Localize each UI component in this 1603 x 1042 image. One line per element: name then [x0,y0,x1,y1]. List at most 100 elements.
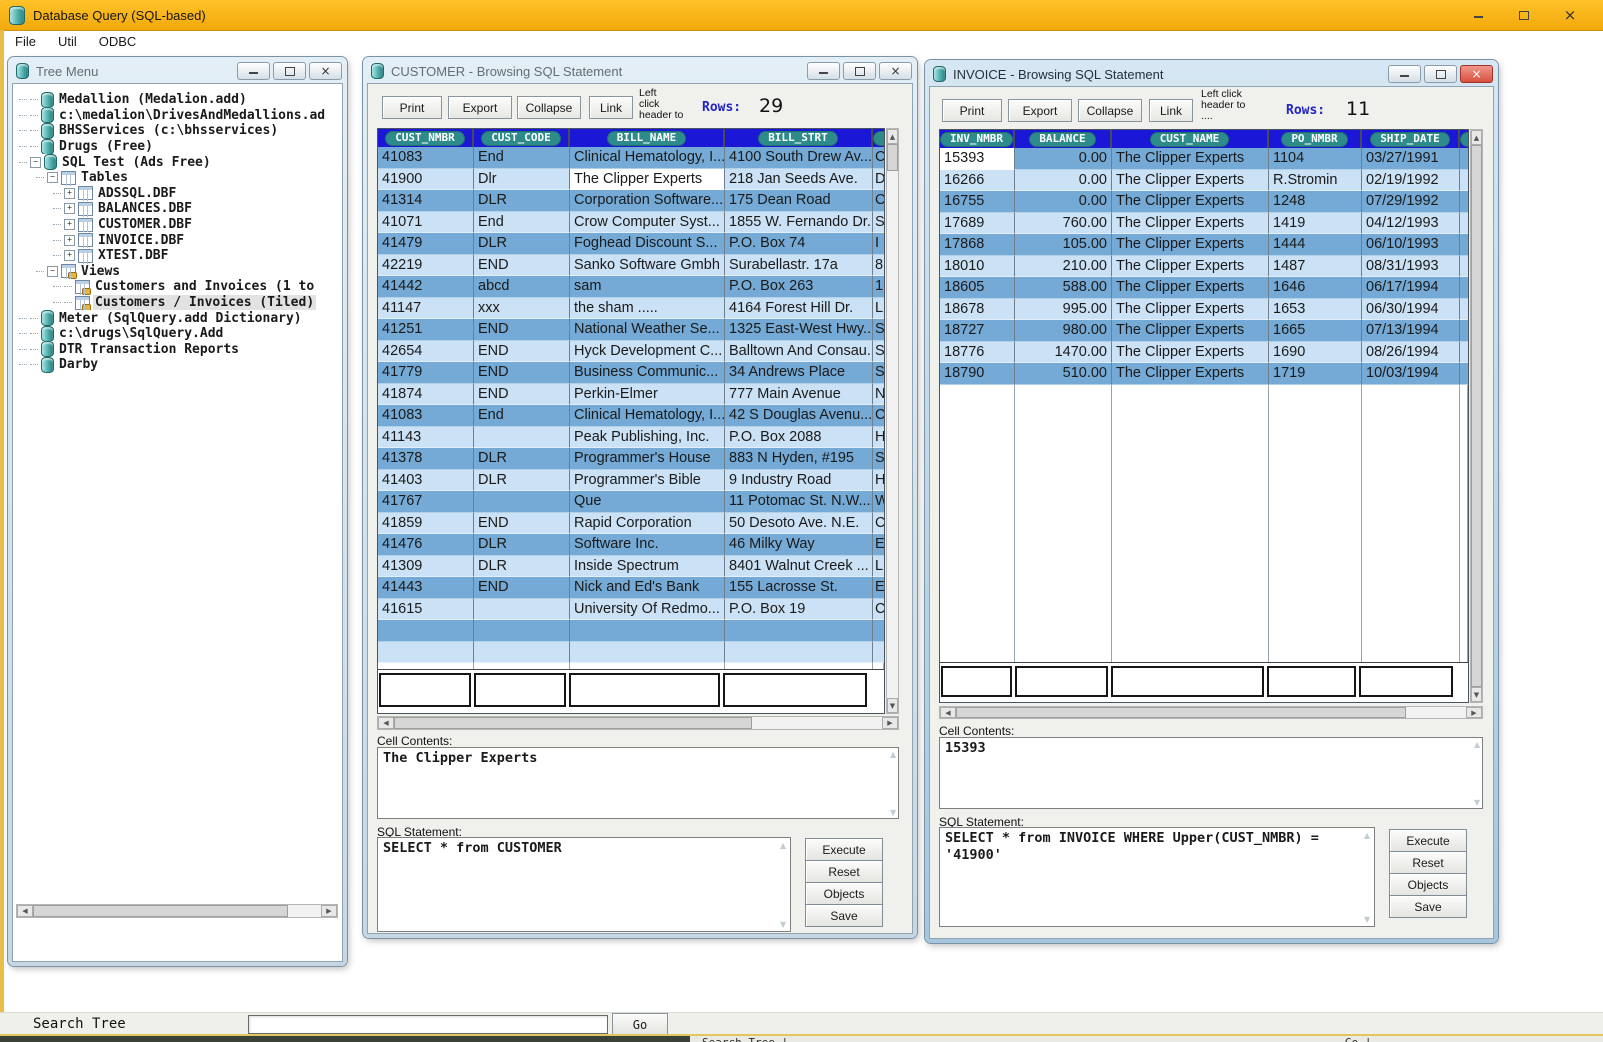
close-button[interactable]: × [879,62,912,80]
collapse-button[interactable]: Collapse [1078,99,1142,122]
table-cell-partial[interactable]: S [873,362,884,384]
table-cell[interactable]: The Clipper Experts [1112,320,1269,342]
table-cell[interactable]: 41083 [378,147,474,169]
table-cell[interactable]: 08/26/1994 [1362,342,1460,364]
table-cell[interactable]: 17689 [940,213,1015,235]
column-header-bill_strt[interactable]: BILL_STRT [725,129,873,147]
table-cell[interactable] [474,642,570,664]
tree-item[interactable]: −Views [13,264,342,280]
table-cell[interactable]: 07/29/1992 [1362,191,1460,213]
table-cell[interactable]: END [474,341,570,363]
table-cell[interactable]: 1653 [1269,299,1362,321]
table-cell[interactable] [474,620,570,642]
tree-item[interactable]: Drugs (Free) [13,139,342,155]
edit-cell[interactable] [1359,666,1453,697]
tree-item[interactable]: Medallion (Medalion.add) [13,92,342,108]
table-cell[interactable]: 41071 [378,212,474,234]
table-cell[interactable]: 07/13/1994 [1362,320,1460,342]
close-button[interactable]: × [1460,65,1493,83]
vertical-scrollbar[interactable]: ▲ ▼ [1470,129,1483,703]
column-header-bill_name[interactable]: BILL_NAME [570,129,725,147]
table-cell[interactable]: 0.00 [1015,148,1112,170]
table-cell-partial[interactable] [1460,277,1468,299]
export-button[interactable]: Export [1008,99,1072,122]
scroll-up-icon[interactable]: ▲ [1474,740,1480,749]
table-cell[interactable]: 1419 [1269,213,1362,235]
table-cell[interactable]: National Weather Se... [570,319,725,341]
table-cell[interactable]: 06/17/1994 [1362,277,1460,299]
scrollbar-thumb[interactable] [956,707,1406,718]
table-cell[interactable]: Peak Publishing, Inc. [570,427,725,449]
table-cell[interactable]: xxx [474,298,570,320]
tree-item[interactable]: Customers / Invoices (Tiled) [13,295,342,311]
save-button[interactable]: Save [1389,895,1467,918]
link-button[interactable]: Link [589,96,633,119]
table-cell[interactable]: 06/10/1993 [1362,234,1460,256]
maximize-button[interactable] [843,62,876,80]
save-button[interactable]: Save [805,904,883,927]
table-cell[interactable]: 175 Dean Road [725,190,873,212]
table-cell[interactable]: P.O. Box 263 [725,276,873,298]
table-cell[interactable]: 50 Desoto Ave. N.E. [725,513,873,535]
table-cell[interactable]: Business Communic... [570,362,725,384]
minimize-button[interactable] [807,62,840,80]
table-cell-partial[interactable]: S [873,212,884,234]
tree-item[interactable]: −SQL Test (Ads Free) [13,154,342,170]
table-cell[interactable]: 41251 [378,319,474,341]
table-cell[interactable]: END [474,319,570,341]
table-cell-partial[interactable] [1460,320,1468,342]
table-cell[interactable]: Corporation Software... [570,190,725,212]
table-cell[interactable]: 41476 [378,534,474,556]
table-cell[interactable]: 218 Jan Seeds Ave. [725,169,873,191]
table-cell[interactable]: 16266 [940,170,1015,192]
table-cell[interactable]: P.O. Box 2088 [725,427,873,449]
table-cell-partial[interactable]: I [873,233,884,255]
table-cell[interactable] [378,642,474,664]
scroll-right-icon[interactable]: ▶ [1466,707,1482,718]
table-cell[interactable]: 155 Lacrosse St. [725,577,873,599]
table-cell[interactable]: 34 Andrews Place [725,362,873,384]
edit-cell[interactable] [569,673,720,707]
table-cell[interactable]: The Clipper Experts [1112,342,1269,364]
table-cell-partial[interactable]: S [873,319,884,341]
table-cell[interactable]: Software Inc. [570,534,725,556]
scroll-down-icon[interactable]: ▼ [780,920,786,929]
table-cell[interactable]: 9 Industry Road [725,470,873,492]
table-cell[interactable] [474,427,570,449]
scroll-down-icon[interactable]: ▼ [1364,915,1370,924]
minus-expander-icon[interactable]: − [47,172,58,183]
edit-row[interactable] [940,662,1468,702]
scrollbar-thumb[interactable] [1471,145,1482,687]
scroll-left-icon[interactable]: ◀ [378,717,394,729]
table-cell[interactable]: Perkin-Elmer [570,384,725,406]
scroll-down-icon[interactable]: ▼ [1474,798,1480,807]
table-cell[interactable]: 41403 [378,470,474,492]
scroll-right-icon[interactable]: ▶ [321,905,337,917]
table-cell[interactable]: 41309 [378,556,474,578]
table-cell-partial[interactable] [1460,342,1468,364]
edit-cell[interactable] [379,673,471,707]
edit-cell[interactable] [941,666,1012,697]
table-cell[interactable]: Nick and Ed's Bank [570,577,725,599]
table-cell-partial[interactable]: E [873,534,884,556]
table-cell[interactable]: The Clipper Experts [1112,363,1269,385]
table-cell-partial[interactable]: H [873,470,884,492]
table-cell[interactable]: End [474,212,570,234]
close-button[interactable]: × [1547,0,1593,30]
table-cell[interactable]: 777 Main Avenue [725,384,873,406]
table-cell[interactable]: End [474,405,570,427]
table-cell-partial[interactable] [1460,213,1468,235]
minimize-button[interactable] [1388,65,1421,83]
table-cell[interactable]: 41143 [378,427,474,449]
horizontal-scrollbar[interactable]: ◀ ▶ [939,706,1483,719]
go-button[interactable]: Go [612,1013,668,1036]
sql-statement-box[interactable]: SELECT * from CUSTOMER [377,837,791,932]
tree-horizontal-scrollbar[interactable]: ◀ ▶ [16,904,338,918]
edit-cell[interactable] [1111,666,1264,697]
table-cell-partial[interactable]: N [873,384,884,406]
column-header-cust_nmbr[interactable]: CUST_NMBR [378,129,474,147]
table-cell-partial[interactable]: S [873,341,884,363]
tree-item[interactable]: −Tables [13,170,342,186]
table-cell[interactable]: Rapid Corporation [570,513,725,535]
table-cell[interactable]: END [474,362,570,384]
